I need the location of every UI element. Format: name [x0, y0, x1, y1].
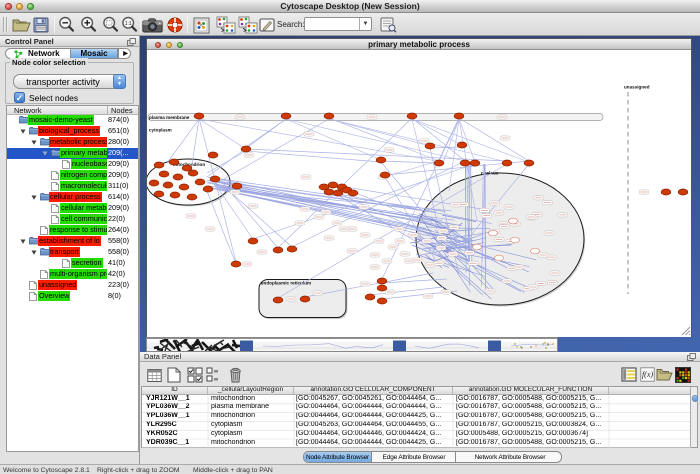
svg-text:nucleus: nucleus [481, 171, 499, 176]
svg-text:f(x): f(x) [642, 370, 653, 379]
svg-text:1:1: 1:1 [125, 21, 132, 27]
svg-text:plasma membrane: plasma membrane [149, 115, 190, 120]
svg-text:cytoplasm: cytoplasm [149, 128, 172, 133]
svg-text:unassigned: unassigned [624, 85, 650, 90]
